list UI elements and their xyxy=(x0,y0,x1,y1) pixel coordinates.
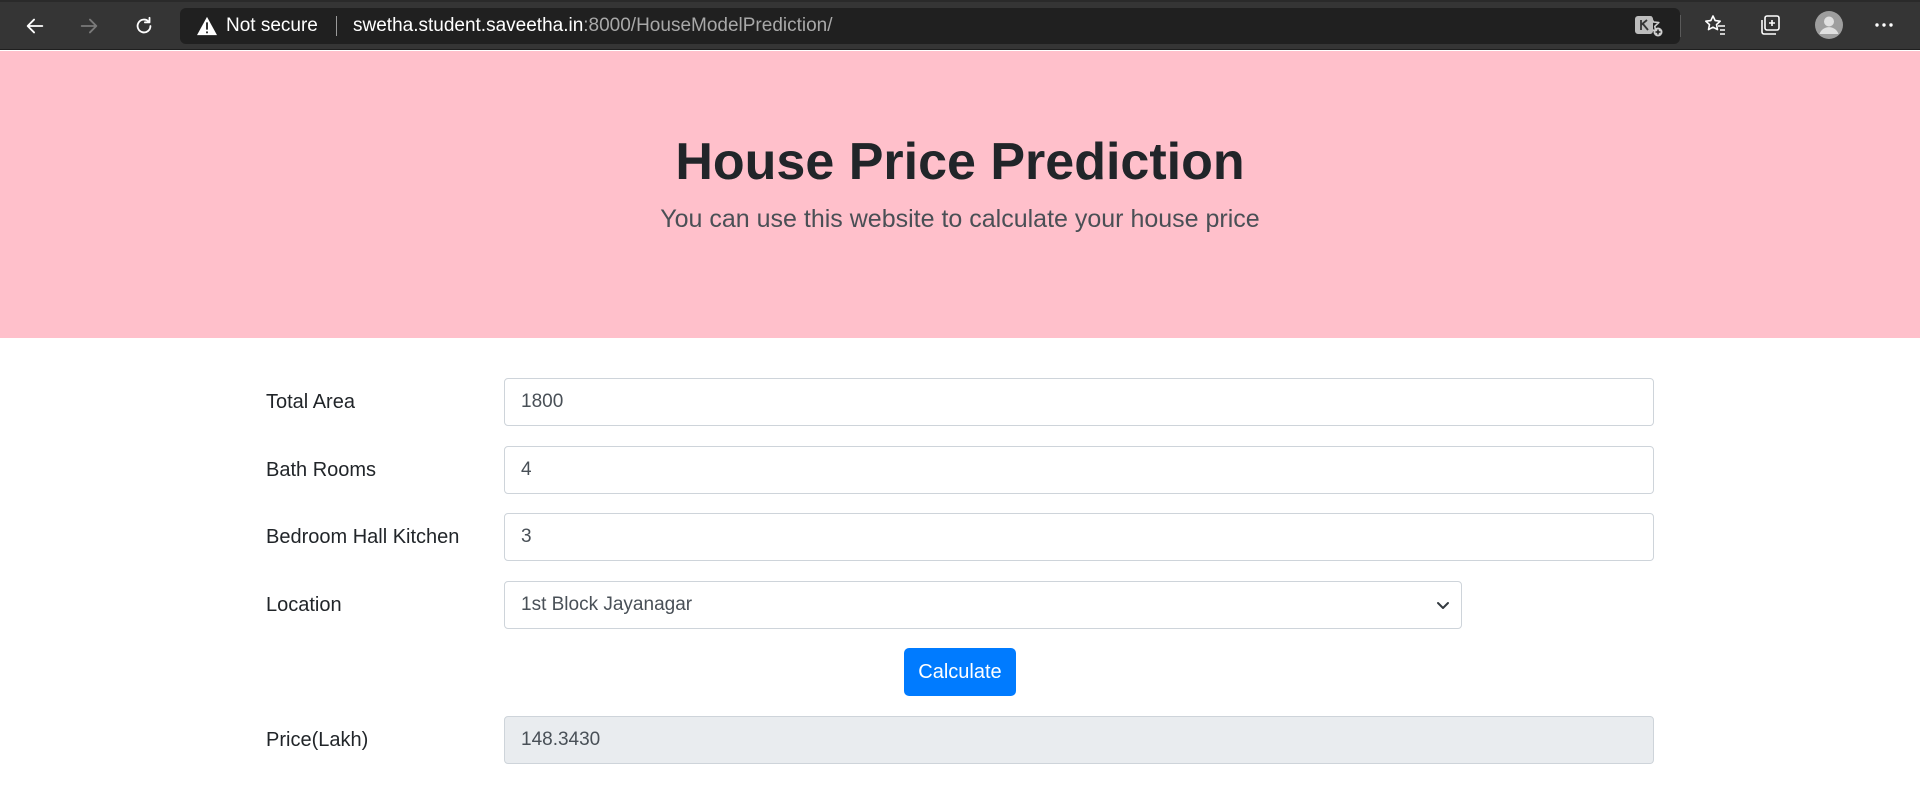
forward-button[interactable] xyxy=(72,10,106,42)
more-button[interactable] xyxy=(1871,12,1897,38)
total-area-row: Total Area 1800 xyxy=(266,378,1654,426)
extension-button[interactable] xyxy=(1631,12,1657,38)
browser-toolbar: Not secure swetha.student.saveetha.in:80… xyxy=(0,0,1920,50)
url-host: swetha.student.saveetha.in xyxy=(353,15,584,36)
price-output: 148.3430 xyxy=(504,716,1654,764)
address-divider xyxy=(336,16,337,36)
profile-button[interactable] xyxy=(1814,10,1844,40)
price-row: Price(Lakh) 148.3430 xyxy=(266,716,1654,764)
url-text[interactable]: swetha.student.saveetha.in:8000/HouseMod… xyxy=(353,15,833,37)
chevron-down-icon xyxy=(1437,602,1449,609)
more-icon xyxy=(1875,23,1893,27)
total-area-input[interactable]: 1800 xyxy=(504,378,1654,426)
refresh-button[interactable] xyxy=(127,10,161,42)
location-select[interactable]: 1st Block Jayanagar xyxy=(504,581,1462,629)
back-button[interactable] xyxy=(18,10,52,42)
location-selected-value: 1st Block Jayanagar xyxy=(521,594,693,615)
hero-banner: House Price Prediction You can use this … xyxy=(0,51,1920,338)
url-path: :8000/HouseModelPrediction/ xyxy=(583,15,833,36)
address-bar[interactable]: Not secure swetha.student.saveetha.in:80… xyxy=(180,8,1680,44)
bath-rooms-label: Bath Rooms xyxy=(266,459,377,481)
profile-icon xyxy=(1815,11,1843,39)
bhk-input[interactable]: 3 xyxy=(504,513,1654,561)
refresh-icon xyxy=(136,16,152,34)
bath-rooms-row: Bath Rooms 4 xyxy=(266,446,1654,494)
page-subtitle: You can use this website to calculate yo… xyxy=(660,205,1260,233)
page-title: House Price Prediction xyxy=(675,133,1245,191)
favorites-button[interactable] xyxy=(1702,12,1728,38)
location-row: Location 1st Block Jayanagar xyxy=(266,581,1654,629)
bath-rooms-input[interactable]: 4 xyxy=(504,446,1654,494)
location-label: Location xyxy=(266,594,342,616)
forward-icon xyxy=(80,18,98,34)
warning-icon xyxy=(197,16,217,36)
tab-strip-edge xyxy=(0,0,1920,2)
back-icon xyxy=(26,18,44,34)
calculate-button[interactable]: Calculate xyxy=(904,648,1016,696)
bhk-row: Bedroom Hall Kitchen 3 xyxy=(266,513,1654,561)
security-status-text[interactable]: Not secure xyxy=(226,15,318,37)
extension-icon xyxy=(1635,16,1653,34)
total-area-label: Total Area xyxy=(266,391,355,413)
price-label: Price(Lakh) xyxy=(266,729,369,751)
bhk-label: Bedroom Hall Kitchen xyxy=(266,526,460,548)
favorites-icon xyxy=(1705,15,1725,35)
collections-button[interactable] xyxy=(1757,12,1783,38)
collections-icon xyxy=(1761,15,1780,35)
toolbar-divider xyxy=(1680,15,1681,37)
